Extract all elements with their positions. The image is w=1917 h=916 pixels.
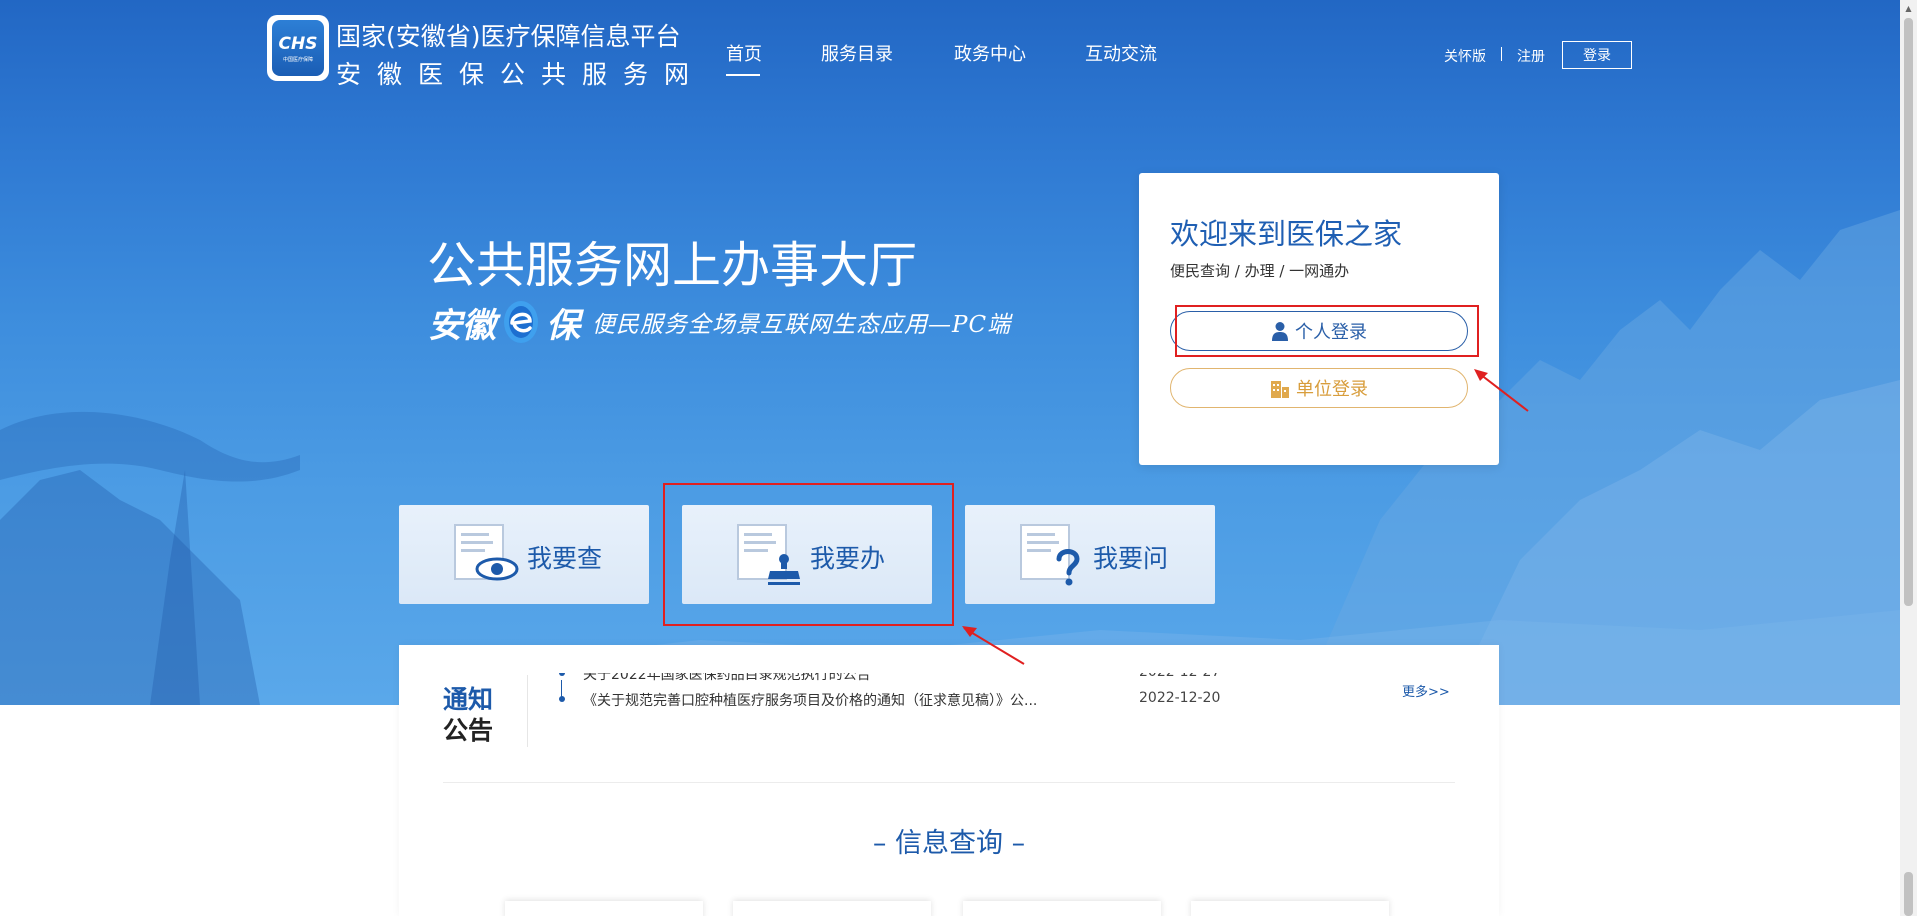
document-question-icon bbox=[1020, 524, 1080, 586]
logo-subtext: 中国医疗保障 bbox=[282, 56, 313, 63]
tile-ask[interactable]: 我要问 bbox=[965, 505, 1215, 604]
site-title-line2: 安徽医保公共服务网 bbox=[336, 60, 706, 89]
notice-bullet bbox=[559, 673, 565, 676]
header-login-button[interactable]: 登录 bbox=[1562, 41, 1632, 69]
brand-slogan: 便民服务全场景互联网生态应用—PC端 bbox=[592, 312, 1012, 338]
site-title-line1: 国家(安徽省)医疗保障信息平台 bbox=[336, 22, 681, 51]
scroll-up-arrow-icon[interactable]: ▲ bbox=[1900, 0, 1917, 17]
notice-item[interactable]: 关于2022年国家医保药品目录规范执行的公告 2022-12-27 bbox=[559, 673, 1399, 684]
page: CHS 中国医疗保障 国家(安徽省)医疗保障信息平台 安徽医保公共服务网 首页 … bbox=[0, 0, 1917, 916]
hero-title: 公共服务网上办事大厅 bbox=[427, 237, 918, 294]
logo-mark: CHS bbox=[278, 33, 318, 54]
notice-divider bbox=[527, 675, 528, 747]
annotation-arrow-icon bbox=[1474, 369, 1529, 412]
content-divider bbox=[443, 782, 1455, 783]
nav-government-center[interactable]: 政务中心 bbox=[954, 40, 1026, 66]
nav-service-catalog[interactable]: 服务目录 bbox=[821, 40, 893, 66]
login-card-subtitle: 便民查询 / 办理 / 一网通办 bbox=[1170, 262, 1350, 280]
query-card[interactable] bbox=[1191, 901, 1389, 916]
tile-ask-label: 我要问 bbox=[1093, 544, 1169, 573]
notice-date: 2022-12-27 bbox=[1139, 673, 1220, 680]
login-card-title: 欢迎来到医保之家 bbox=[1170, 217, 1403, 251]
unit-login-label: 单位登录 bbox=[1296, 379, 1368, 400]
tile-query[interactable]: 我要查 bbox=[399, 505, 649, 604]
building-icon bbox=[1271, 381, 1289, 398]
notice-list: 关于2022年国家医保药品目录规范执行的公告 2022-12-27 《关于规范完… bbox=[559, 673, 1399, 711]
chs-logo-icon: CHS 中国医疗保障 bbox=[272, 20, 324, 76]
query-card[interactable] bbox=[963, 901, 1161, 916]
brand-row: 安徽 保 便民服务全场景互联网生态应用—PC端 bbox=[428, 297, 1011, 347]
annotation-highlight-personal-login bbox=[1175, 305, 1479, 357]
notice-title: 关于2022年国家医保药品目录规范执行的公告 bbox=[583, 673, 871, 683]
vertical-scrollbar[interactable]: ▲ bbox=[1900, 0, 1917, 916]
e-logo-icon bbox=[504, 301, 538, 343]
query-card[interactable] bbox=[733, 901, 931, 916]
tile-query-label: 我要查 bbox=[527, 544, 603, 573]
scrollbar-thumb[interactable] bbox=[1904, 18, 1913, 606]
site-logo[interactable]: CHS 中国医疗保障 bbox=[267, 15, 329, 81]
notice-more-link[interactable]: 更多>> bbox=[1402, 681, 1450, 700]
notice-bullet bbox=[559, 696, 565, 702]
query-card[interactable] bbox=[505, 901, 703, 916]
brand-text-left: 安徽 bbox=[428, 305, 496, 346]
unit-login-button[interactable]: 单位登录 bbox=[1170, 368, 1468, 408]
scrollbar-thumb-lower[interactable] bbox=[1904, 872, 1913, 916]
info-query-section-title: – 信息查询 – bbox=[872, 828, 1026, 859]
notice-title: 《关于规范完善口腔种植医疗服务项目及价格的通知（征求意见稿）》公... bbox=[583, 693, 1038, 709]
notice-date: 2022-12-20 bbox=[1139, 690, 1221, 706]
document-eye-icon bbox=[454, 524, 519, 581]
annotation-arrow-icon bbox=[962, 626, 1025, 665]
top-link-divider bbox=[1501, 47, 1502, 61]
notice-tag-bottom: 公告 bbox=[443, 716, 494, 745]
nav-interaction[interactable]: 互动交流 bbox=[1085, 40, 1157, 66]
notice-item[interactable]: 《关于规范完善口腔种植医疗服务项目及价格的通知（征求意见稿）》公... 2022… bbox=[559, 680, 1399, 710]
register-link[interactable]: 注册 bbox=[1517, 46, 1545, 66]
nav-home[interactable]: 首页 bbox=[726, 40, 762, 66]
care-version-link[interactable]: 关怀版 bbox=[1444, 46, 1486, 66]
annotation-highlight-handle-tile bbox=[663, 483, 954, 626]
nav-active-underline bbox=[726, 74, 760, 76]
content-card: 通知 公告 关于2022年国家医保药品目录规范执行的公告 2022-12-27 … bbox=[399, 645, 1499, 916]
brand-text-right: 保 bbox=[546, 305, 580, 346]
